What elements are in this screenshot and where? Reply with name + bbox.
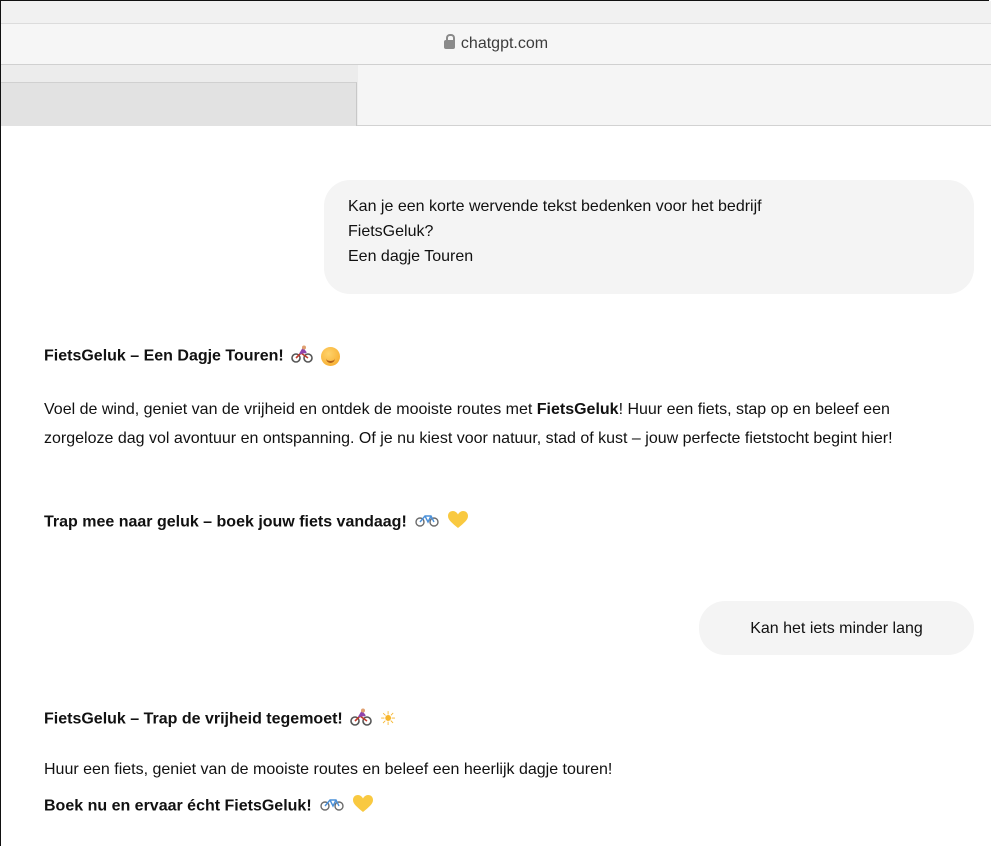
- reply-body-text: Voel de wind, geniet van de vrijheid en …: [44, 401, 537, 418]
- assistant-message-title: FietsGeluk – Een Dagje Touren!: [44, 345, 340, 368]
- tab-strip: [1, 65, 991, 126]
- bicycle-icon: [414, 513, 440, 532]
- assistant-message-cta: Boek nu en ervaar écht FietsGeluk!: [44, 795, 373, 818]
- reply-cta: Boek nu en ervaar écht FietsGeluk!: [44, 797, 312, 815]
- lock-icon: [443, 34, 455, 49]
- sun-icon: ☀: [379, 709, 397, 730]
- cyclist-icon: [291, 345, 314, 368]
- window-titlebar: [1, 1, 991, 23]
- tab-chatgpt[interactable]: [1, 82, 357, 126]
- url-text: chatgpt.com: [460, 35, 549, 52]
- user-message: Kan het iets minder lang: [699, 601, 974, 655]
- tab-strip-empty: [358, 65, 991, 125]
- assistant-message-body: Voel de wind, geniet van de vrijheid en …: [44, 395, 954, 453]
- user-message: Kan je een korte wervende tekst bedenken…: [324, 180, 974, 294]
- assistant-message-title: FietsGeluk – Trap de vrijheid tegemoet! …: [44, 708, 397, 731]
- assistant-message-body: Huur een fiets, geniet van de mooiste ro…: [44, 761, 613, 778]
- yellow-heart-icon: [352, 795, 373, 818]
- url-display[interactable]: chatgpt.com: [1, 34, 991, 53]
- reply-title: FietsGeluk – Trap de vrijheid tegemoet!: [44, 710, 343, 728]
- reply-body-brand: FietsGeluk: [536, 401, 619, 418]
- cyclist-icon: [350, 708, 373, 731]
- reply-cta: Trap mee naar geluk – boek jouw fiets va…: [44, 513, 407, 531]
- assistant-message-cta: Trap mee naar geluk – boek jouw fiets va…: [44, 511, 468, 534]
- reply-title: FietsGeluk – Een Dagje Touren!: [44, 347, 284, 365]
- smile-icon: [320, 347, 340, 366]
- address-bar[interactable]: chatgpt.com: [1, 23, 991, 65]
- yellow-heart-icon: [447, 511, 468, 534]
- bicycle-icon: [319, 797, 345, 816]
